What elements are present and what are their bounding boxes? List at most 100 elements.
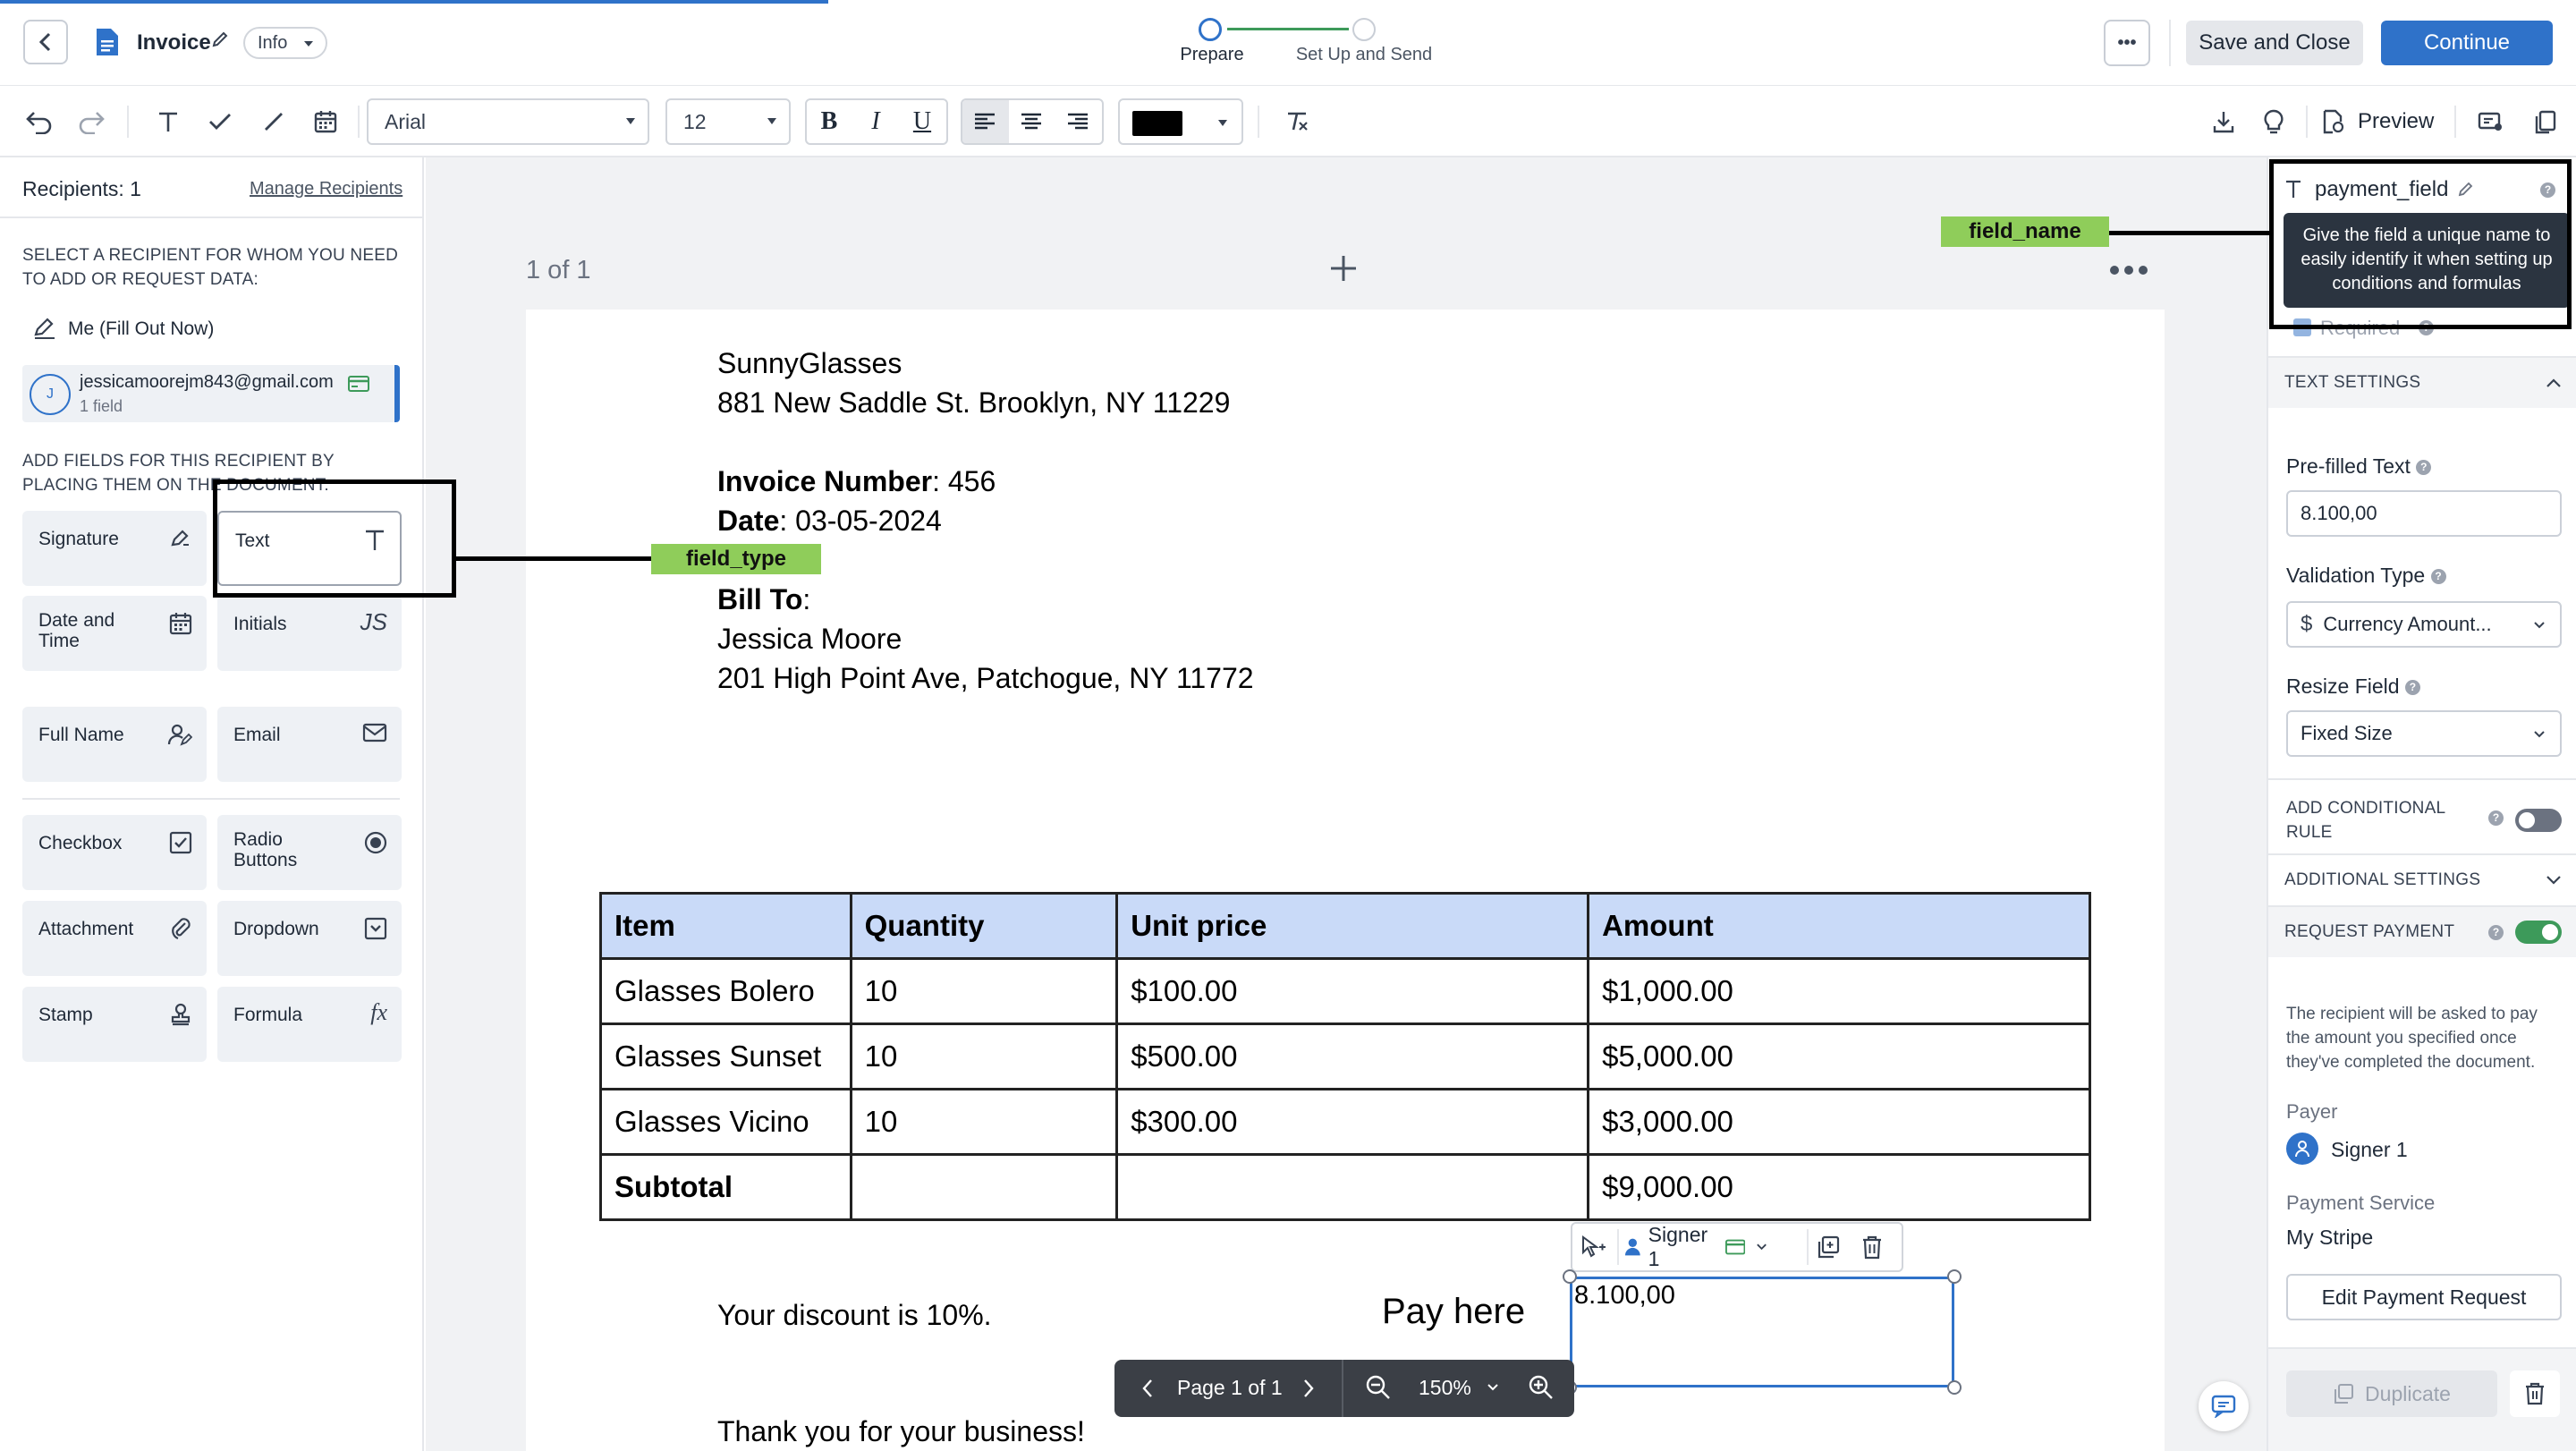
manage-recipients-link[interactable]: Manage Recipients: [250, 179, 402, 199]
customer-name: Jessica Moore: [717, 623, 902, 655]
help-icon[interactable]: ?: [2430, 569, 2446, 585]
form-settings-icon: [2478, 112, 2502, 131]
resize-handle[interactable]: [1563, 1269, 1577, 1284]
field-label: Dropdown: [233, 919, 319, 939]
hints-button[interactable]: [2254, 102, 2293, 141]
recipient-item[interactable]: J jessicamoorejm843@gmail.com 1 field: [22, 365, 400, 422]
field-checkbox[interactable]: Checkbox: [22, 815, 207, 890]
top-bar: Invoice Info Prepare Set Up and Send •••…: [0, 0, 2576, 86]
add-checkmark-tool[interactable]: [202, 104, 238, 140]
align-left-button[interactable]: [964, 102, 1005, 141]
zoom-in-button[interactable]: [1528, 1374, 1555, 1401]
field-signature[interactable]: Signature: [22, 511, 207, 586]
request-payment-toggle[interactable]: [2515, 921, 2562, 944]
delete-button[interactable]: [2510, 1370, 2560, 1417]
caret-down-icon: [1218, 120, 1227, 126]
download-button[interactable]: [2204, 102, 2243, 141]
pencil-icon[interactable]: [211, 30, 229, 48]
resize-handle[interactable]: [1947, 1380, 1962, 1395]
step-prepare-label[interactable]: Prepare: [1172, 45, 1252, 65]
field-radio-buttons[interactable]: Radio Buttons: [217, 815, 402, 890]
field-stamp[interactable]: Stamp: [22, 987, 207, 1062]
validation-type-select[interactable]: $ Currency Amount...: [2286, 601, 2562, 648]
add-line-tool[interactable]: [256, 104, 292, 140]
delete-field-button[interactable]: [1860, 1235, 1884, 1260]
prefilled-text-input[interactable]: 8.100,00: [2286, 490, 2562, 537]
table-cell: $300.00: [1115, 1088, 1590, 1156]
continue-button[interactable]: Continue: [2381, 21, 2553, 65]
text-settings-header[interactable]: TEXT SETTINGS: [2268, 358, 2576, 408]
document-title[interactable]: Invoice: [137, 30, 211, 55]
field-formula[interactable]: Formula fx: [217, 987, 402, 1062]
add-date-tool[interactable]: [308, 104, 343, 140]
move-field-button[interactable]: [1580, 1235, 1606, 1260]
customer-address: 201 High Point Ave, Patchogue, NY 11772: [717, 662, 1254, 694]
duplicate-field-button[interactable]: [1816, 1235, 1841, 1260]
align-right-button[interactable]: [1057, 102, 1098, 141]
date-value: : 03-05-2024: [779, 505, 942, 537]
field-label: Signature: [38, 529, 119, 549]
help-icon[interactable]: ?: [2404, 680, 2420, 696]
preview-doc-icon: [2323, 109, 2344, 134]
preview-button[interactable]: Preview: [2322, 100, 2444, 143]
company-name: SunnyGlasses: [717, 347, 902, 379]
underline-button[interactable]: U: [902, 102, 943, 141]
lightbulb-icon: [2264, 109, 2284, 134]
info-dropdown[interactable]: Info: [243, 27, 327, 59]
font-family-select[interactable]: Arial: [367, 98, 649, 145]
redo-button[interactable]: [72, 104, 111, 140]
field-dropdown[interactable]: Dropdown: [217, 901, 402, 976]
prev-page-button[interactable]: [1141, 1378, 1154, 1399]
select-recipient-prompt: SELECT A RECIPIENT FOR WHOM YOU NEED TO …: [22, 246, 399, 289]
save-and-close-button[interactable]: Save and Close: [2186, 21, 2363, 65]
payment-text-field[interactable]: 8.100,00: [1570, 1277, 1954, 1387]
edit-payment-request-button[interactable]: Edit Payment Request: [2286, 1274, 2562, 1320]
back-button[interactable]: [23, 20, 68, 64]
field-full-name[interactable]: Full Name: [22, 707, 207, 782]
clear-format-icon: [1288, 112, 1308, 131]
more-options-button[interactable]: •••: [2104, 20, 2150, 66]
divider: [358, 106, 360, 138]
table-header-cell: Item: [599, 892, 852, 960]
chat-button[interactable]: [2199, 1381, 2249, 1431]
annotation-box-field-type: [213, 479, 456, 598]
add-page-button[interactable]: [1329, 254, 1358, 283]
signer-select[interactable]: Signer 1: [1624, 1223, 1767, 1270]
field-initials[interactable]: Initials JS: [217, 596, 402, 671]
resize-handle[interactable]: [1947, 1269, 1962, 1284]
dollar-icon: $: [2301, 612, 2313, 636]
divider: [2169, 20, 2171, 66]
text-color-picker[interactable]: [1118, 98, 1243, 145]
additional-settings-header[interactable]: ADDITIONAL SETTINGS: [2268, 855, 2576, 905]
bold-button[interactable]: B: [809, 102, 850, 141]
person-icon: [167, 723, 192, 746]
zoom-out-button[interactable]: [1365, 1374, 1392, 1401]
chevron-right-icon: [1304, 1379, 1314, 1397]
divider: [1617, 1229, 1619, 1265]
duplicate-button[interactable]: Duplicate: [2286, 1370, 2497, 1417]
field-attachment[interactable]: Attachment: [22, 901, 207, 976]
field-settings-button[interactable]: [2470, 102, 2510, 141]
italic-button[interactable]: I: [855, 102, 896, 141]
font-size-select[interactable]: 12: [665, 98, 791, 145]
clear-formatting-button[interactable]: [1277, 104, 1317, 140]
undo-button[interactable]: [20, 104, 59, 140]
field-date-time[interactable]: Date and Time: [22, 596, 207, 671]
help-icon[interactable]: ?: [2416, 460, 2432, 476]
resize-field-select[interactable]: Fixed Size: [2286, 710, 2562, 757]
conditional-rule-toggle[interactable]: [2515, 809, 2562, 832]
copy-pages-button[interactable]: [2526, 102, 2565, 141]
info-label: Info: [258, 33, 288, 53]
page-options-button[interactable]: [2109, 265, 2148, 277]
align-center-button[interactable]: [1011, 102, 1052, 141]
add-text-tool[interactable]: [150, 104, 186, 140]
field-label: Attachment: [38, 919, 134, 939]
zoom-select[interactable]: 150%: [1419, 1376, 1499, 1400]
me-fill-out-now[interactable]: Me (Fill Out Now): [68, 318, 214, 340]
next-page-button[interactable]: [1302, 1378, 1315, 1399]
help-icon[interactable]: ?: [2488, 925, 2504, 940]
help-icon[interactable]: ?: [2488, 810, 2504, 826]
step-setup-label[interactable]: Set Up and Send: [1288, 45, 1440, 65]
divider: [0, 216, 422, 218]
field-email[interactable]: Email: [217, 707, 402, 782]
